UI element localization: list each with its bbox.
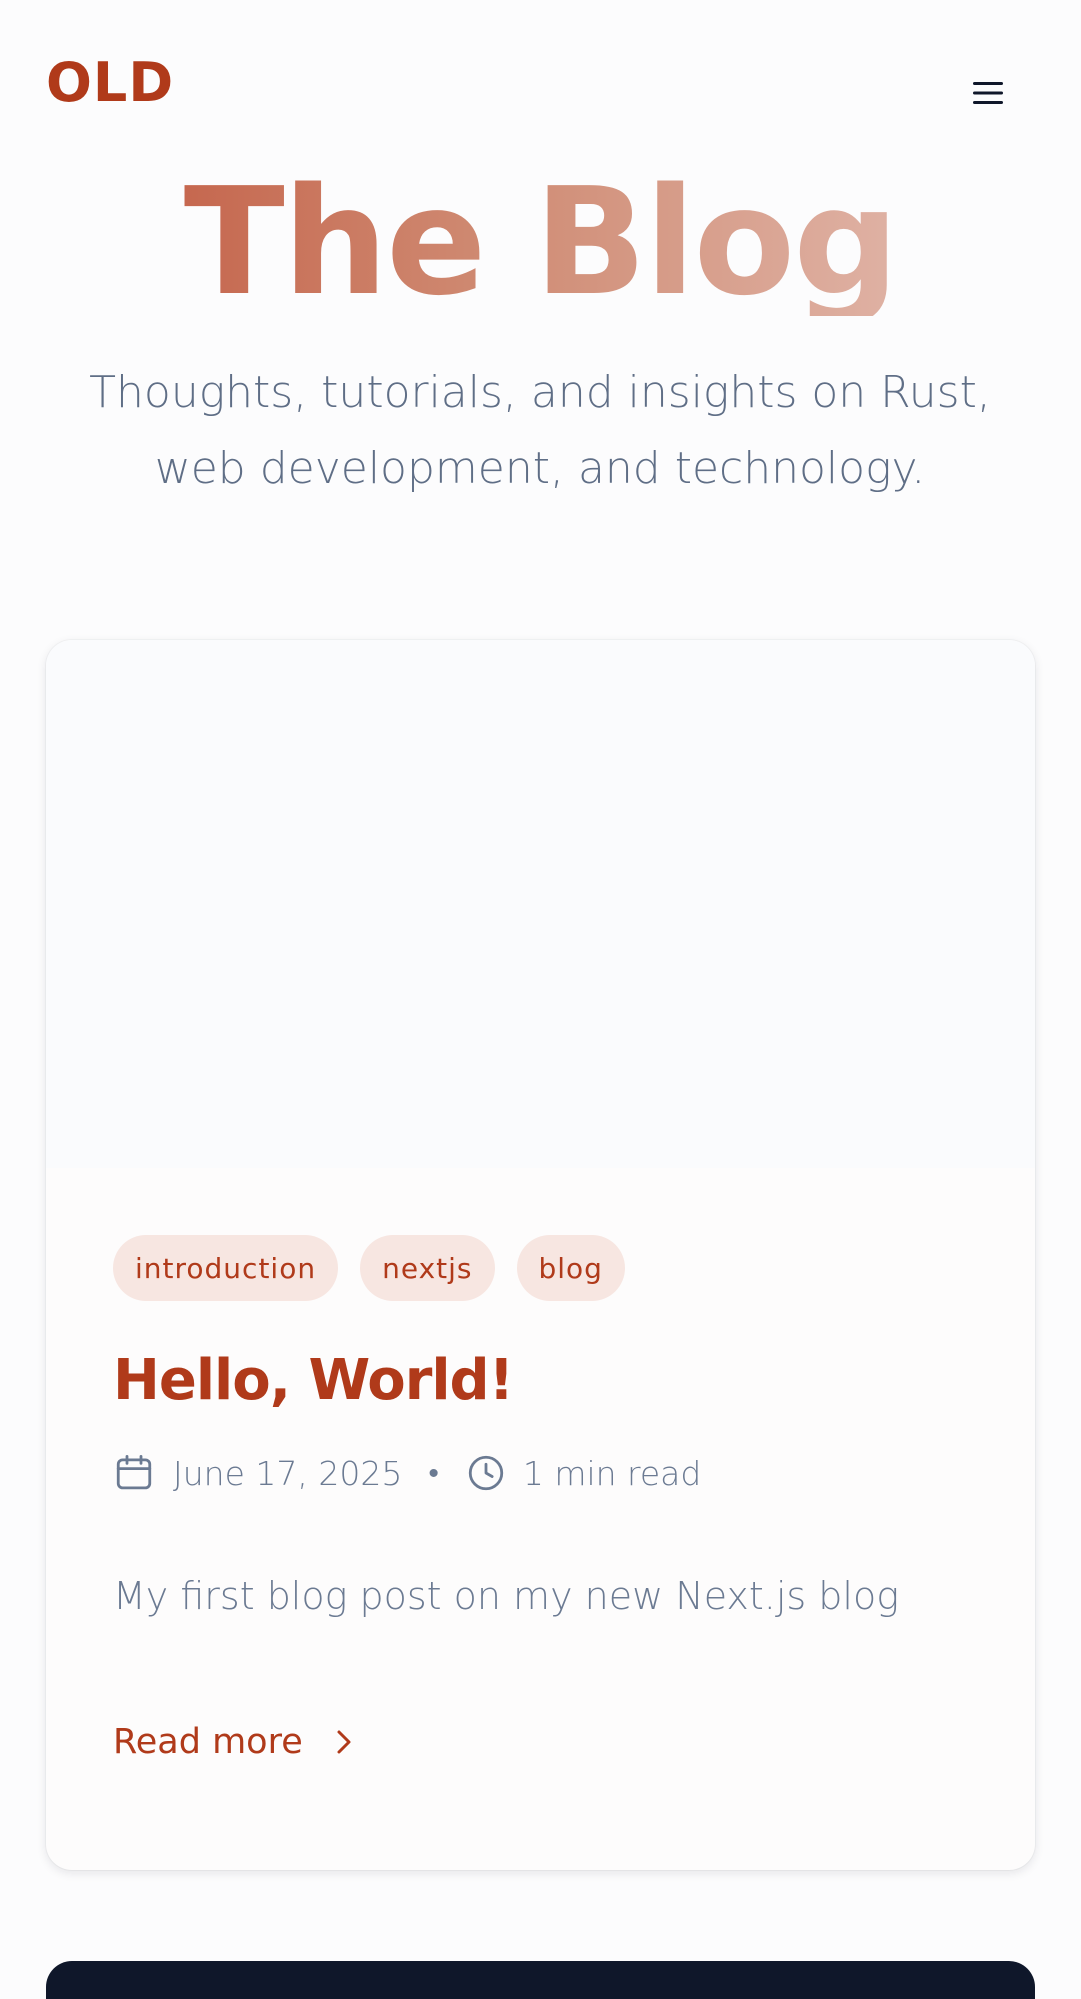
post-tags: introduction nextjs blog xyxy=(113,1235,625,1301)
chevron-right-icon xyxy=(333,1726,355,1758)
post-cover-image[interactable] xyxy=(46,640,1035,1168)
site-logo[interactable]: OLD xyxy=(46,56,174,110)
tag-introduction[interactable]: introduction xyxy=(113,1235,339,1301)
post-date: June 17, 2025 xyxy=(173,1453,403,1493)
page-subtitle: Thoughts, tutorials, and insights on Rus… xyxy=(89,367,991,494)
post-card[interactable]: introduction nextjs blog Hello, World! J… xyxy=(46,640,1035,1870)
meta-separator: • xyxy=(428,1455,439,1491)
footer-section xyxy=(46,1961,1035,1999)
menu-button[interactable] xyxy=(957,68,1019,118)
tag-blog[interactable]: blog xyxy=(516,1235,625,1301)
post-title[interactable]: Hello, World! xyxy=(113,1348,514,1413)
tag-nextjs[interactable]: nextjs xyxy=(360,1235,495,1301)
read-more-link[interactable]: Read more xyxy=(113,1722,355,1762)
page-title: The Blog xyxy=(0,168,1081,316)
calendar-icon xyxy=(113,1452,155,1494)
post-excerpt: My first blog post on my new Next.js blo… xyxy=(113,1574,900,1618)
clock-icon xyxy=(465,1452,507,1494)
blog-page: OLD The Blog Thoughts, tutorials, and in… xyxy=(0,0,1081,1999)
hamburger-menu-icon xyxy=(973,82,1003,104)
read-more-label: Read more xyxy=(113,1722,303,1762)
post-read-time: 1 min read xyxy=(522,1453,702,1493)
post-meta: June 17, 2025 • 1 min read xyxy=(113,1448,701,1498)
